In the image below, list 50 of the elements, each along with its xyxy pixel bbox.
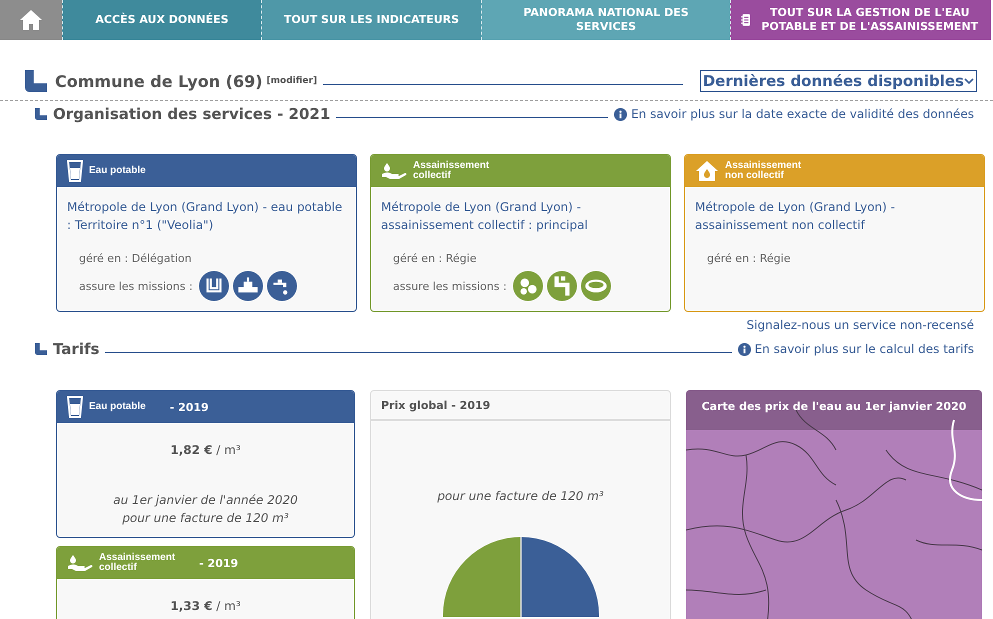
tap-icon	[266, 271, 297, 301]
price-note: pour une facture de 120 m³	[121, 510, 290, 527]
nav-tab[interactable]: TOUT SUR LES INDICATEURS	[261, 0, 481, 40]
corner-icon	[25, 70, 47, 92]
section-title: Organisation des services - 2021	[53, 105, 330, 123]
hand-drop-icon	[67, 554, 93, 572]
service-type-label: Assainissement non collectif	[725, 161, 802, 181]
service-type-label: Eau potable	[89, 402, 146, 412]
glass-icon	[67, 160, 83, 182]
card-title: Prix global - 2019	[371, 391, 670, 421]
corner-icon	[35, 343, 47, 355]
price-note: au 1er janvier de l'année 2020	[112, 492, 299, 509]
service-type-label: Assainissement collectif	[99, 553, 176, 573]
missions-label: assure les missions :	[393, 280, 507, 292]
service-name-link[interactable]: Métropole de Lyon (Grand Lyon) - assainissement non collectif	[695, 198, 974, 234]
year-label: - 2019	[199, 556, 238, 570]
home-icon	[19, 9, 43, 31]
chevron-down-icon	[964, 77, 974, 85]
info-icon	[738, 342, 751, 356]
service-name-link[interactable]: Métropole de Lyon (Grand Lyon) - eau potable : Territoire n°1 ("Veolia")	[67, 198, 346, 234]
valve-icon	[232, 271, 263, 301]
period-select[interactable]: Dernières données disponibles	[700, 70, 977, 92]
info-link[interactable]: En savoir plus sur le calcul des tarifs	[738, 342, 974, 356]
house-drop-icon	[695, 160, 719, 182]
price-note: pour une facture de 120 m³	[436, 489, 605, 503]
corner-icon	[35, 108, 47, 120]
nav-tab[interactable]: TOUT SUR LA GESTION DE L'EAU POTABLE ET DE L'ASSAINISSEMENT	[730, 0, 991, 40]
nav-tab[interactable]: ACCÈS AUX DONNÉES	[62, 0, 261, 40]
modify-link[interactable]: [modifier]	[266, 76, 318, 86]
hand-drop-icon	[381, 162, 407, 180]
report-link[interactable]: Signalez-nous un service non-recensé	[746, 318, 974, 332]
price-text: 1,33 € / m³	[169, 599, 242, 613]
service-name-link[interactable]: Métropole de Lyon (Grand Lyon) - assainissement collectif : principal	[381, 198, 660, 234]
basin-icon	[580, 271, 611, 301]
year-label: - 2019	[170, 400, 209, 414]
info-link[interactable]: En savoir plus sur la date exacte de validité des données	[614, 107, 974, 121]
management-text: géré en : Régie	[707, 252, 792, 265]
price-text: 1,82 € / m³	[169, 443, 242, 457]
home-button[interactable]	[0, 0, 62, 40]
commune-title: Commune de Lyon (69)	[55, 72, 263, 90]
management-text: géré en : Délégation	[79, 252, 193, 265]
map-title: Carte des prix de l'eau au 1er janvier 2020	[700, 400, 968, 413]
service-type-label: Assainissement collectif	[413, 161, 490, 181]
management-text: géré en : Régie	[393, 252, 478, 265]
info-icon	[614, 108, 628, 120]
missions-label: assure les missions :	[79, 280, 193, 292]
glass-icon	[67, 396, 83, 418]
service-type-label: Eau potable	[89, 166, 146, 176]
section-title: Tarifs	[53, 340, 100, 358]
pipe-icon	[546, 271, 577, 301]
